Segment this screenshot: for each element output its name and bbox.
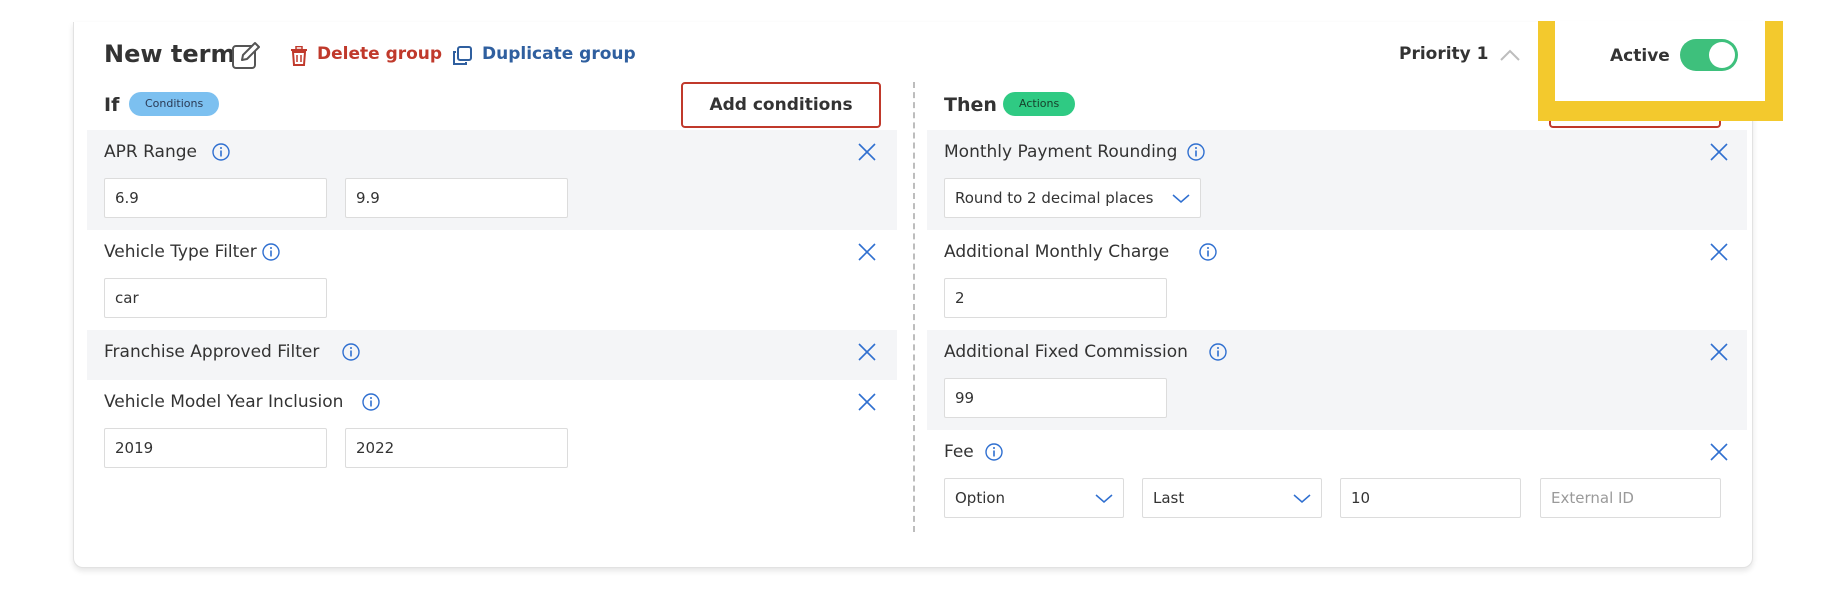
condition-row-franchise-approved: Franchise Approved Filter — [87, 330, 897, 380]
info-icon[interactable] — [262, 243, 280, 261]
condition-row-apr-range: APR Range 6.9 9.9 — [87, 130, 897, 230]
term-title: New term — [104, 40, 236, 68]
close-icon[interactable] — [857, 142, 877, 162]
condition-row-vehicle-type: Vehicle Type Filter car — [87, 230, 897, 330]
info-icon[interactable] — [985, 443, 1003, 461]
add-conditions-button[interactable]: Add conditions — [681, 82, 881, 128]
info-icon[interactable] — [212, 143, 230, 161]
fee-amount-input[interactable]: 10 — [1340, 478, 1521, 518]
condition-label: Vehicle Type Filter — [104, 242, 257, 262]
action-row-payment-rounding: Monthly Payment Rounding Round to 2 deci… — [927, 130, 1747, 230]
conditions-badge: Conditions — [129, 92, 220, 116]
chevron-down-icon — [1293, 494, 1311, 503]
then-heading: Then — [944, 94, 997, 116]
action-label: Additional Monthly Charge — [944, 242, 1170, 262]
close-icon[interactable] — [857, 242, 877, 262]
toggle-knob — [1709, 42, 1735, 68]
apr-max-input[interactable]: 9.9 — [345, 178, 568, 218]
fee-external-id-input[interactable]: External ID — [1540, 478, 1721, 518]
vehicle-type-input[interactable]: car — [104, 278, 327, 318]
close-icon[interactable] — [1709, 342, 1729, 362]
action-row-fixed-commission: Additional Fixed Commission 99 — [927, 330, 1747, 430]
close-icon[interactable] — [857, 392, 877, 412]
info-icon[interactable] — [1209, 343, 1227, 361]
term-group-card: New term Delete group Duplicate group Pr… — [73, 22, 1753, 568]
active-label: Active — [1610, 46, 1670, 66]
duplicate-group-button[interactable]: Duplicate group — [482, 44, 636, 64]
condition-label: APR Range — [104, 142, 197, 162]
close-icon[interactable] — [1709, 142, 1729, 162]
external-id-placeholder: External ID — [1551, 489, 1634, 507]
condition-row-model-year: Vehicle Model Year Inclusion 2019 2022 — [87, 380, 897, 480]
chevron-down-icon — [1095, 494, 1113, 503]
action-row-monthly-charge: Additional Monthly Charge 2 — [927, 230, 1747, 330]
info-icon[interactable] — [1187, 143, 1205, 161]
info-icon[interactable] — [362, 393, 380, 411]
active-toggle-area: Active — [1555, 21, 1765, 101]
fee-option-select[interactable]: Option — [944, 478, 1124, 518]
condition-label: Vehicle Model Year Inclusion — [104, 392, 344, 412]
info-icon[interactable] — [342, 343, 360, 361]
fee-last-value: Last — [1153, 489, 1185, 507]
active-highlight: Active — [1538, 21, 1783, 121]
close-icon[interactable] — [1709, 242, 1729, 262]
trash-icon[interactable] — [290, 46, 308, 66]
active-toggle[interactable] — [1680, 39, 1738, 71]
close-icon[interactable] — [857, 342, 877, 362]
fixed-commission-input[interactable]: 99 — [944, 378, 1167, 418]
info-icon[interactable] — [1199, 243, 1217, 261]
column-divider — [913, 82, 915, 532]
if-heading: If — [104, 94, 120, 116]
chevron-up-icon[interactable] — [1499, 48, 1521, 62]
condition-label: Franchise Approved Filter — [104, 342, 320, 362]
monthly-charge-input[interactable]: 2 — [944, 278, 1167, 318]
priority-label: Priority 1 — [1399, 44, 1489, 64]
rounding-select[interactable]: Round to 2 decimal places — [944, 178, 1201, 218]
fee-last-select[interactable]: Last — [1142, 478, 1322, 518]
duplicate-icon[interactable] — [452, 46, 472, 66]
model-year-to-input[interactable]: 2022 — [345, 428, 568, 468]
model-year-from-input[interactable]: 2019 — [104, 428, 327, 468]
chevron-down-icon — [1172, 194, 1190, 203]
close-icon[interactable] — [1709, 442, 1729, 462]
delete-group-button[interactable]: Delete group — [317, 44, 442, 64]
fee-option-value: Option — [955, 489, 1006, 507]
edit-icon[interactable] — [231, 41, 261, 71]
action-label: Additional Fixed Commission — [944, 342, 1188, 362]
action-label: Monthly Payment Rounding — [944, 142, 1178, 162]
rounding-select-value: Round to 2 decimal places — [955, 189, 1154, 207]
action-row-fee: Fee Option Last 10 External ID — [927, 430, 1747, 530]
apr-min-input[interactable]: 6.9 — [104, 178, 327, 218]
actions-badge: Actions — [1003, 92, 1076, 116]
action-label: Fee — [944, 442, 974, 462]
